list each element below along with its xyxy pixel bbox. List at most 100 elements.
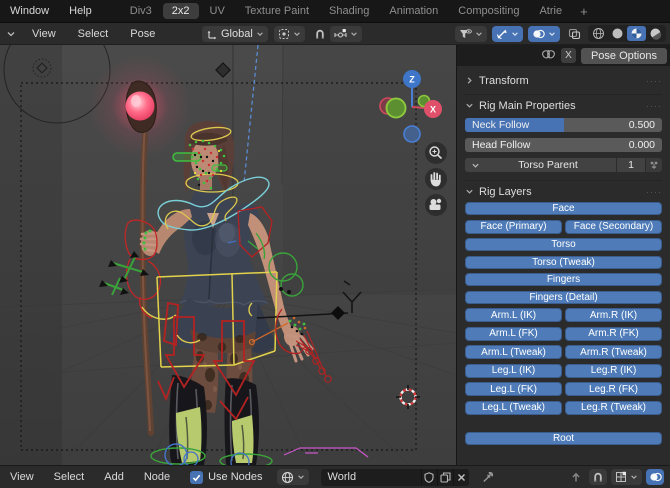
chevron-down-icon	[549, 31, 555, 36]
magnet-icon	[315, 29, 324, 39]
workspace-tabs: Div3 2x2 UV Texture Paint Shading Animat…	[120, 3, 596, 19]
parent-node-tree-button[interactable]	[567, 469, 585, 485]
rig-layers-panel: Rig Layers ···· Face Face (Primary) Face…	[465, 180, 662, 451]
use-nodes-checkbox[interactable]	[190, 470, 204, 484]
duplicate-datablock-button[interactable]	[436, 468, 453, 486]
node-overlays-toggle[interactable]	[646, 469, 664, 485]
xray-toggle[interactable]	[565, 26, 583, 42]
shading-material-button[interactable]	[627, 26, 646, 41]
workspace-tab-div3[interactable]: Div3	[121, 3, 161, 19]
filter-eye-icon	[460, 28, 472, 38]
rig-layer-leg-r-ik[interactable]: Leg.R (IK)	[565, 363, 662, 378]
rig-layer-face-secondary[interactable]: Face (Secondary)	[565, 219, 662, 234]
pivot-point-dropdown[interactable]	[273, 25, 305, 42]
menu-node-bottom[interactable]: Node	[134, 471, 180, 483]
workspace-tab-texture-paint[interactable]: Texture Paint	[236, 3, 318, 19]
node-snap-target-dropdown[interactable]	[611, 469, 642, 485]
neck-follow-slider[interactable]: Neck Follow 0.500	[465, 118, 662, 132]
rig-main-properties-panel: Rig Main Properties ···· Neck Follow 0.5…	[465, 94, 662, 180]
transform-panel-header[interactable]: Transform ····	[465, 73, 662, 88]
workspace-tab-animation[interactable]: Animation	[380, 3, 447, 19]
transform-panel-title: Transform	[479, 74, 529, 87]
menu-pose[interactable]: Pose	[120, 28, 165, 40]
sidebar: Transform ···· Rig Main Properties ···· …	[456, 66, 670, 465]
wireframe-sphere-icon	[593, 28, 604, 39]
rig-layer-face-primary[interactable]: Face (Primary)	[465, 219, 562, 234]
pin-button[interactable]	[479, 469, 497, 485]
head-follow-slider[interactable]: Head Follow 0.000	[465, 138, 662, 152]
rig-layer-root[interactable]: Root	[465, 432, 662, 445]
editor-type-chevron[interactable]	[2, 26, 20, 42]
rig-layer-arm-r-ik[interactable]: Arm.R (IK)	[565, 308, 662, 322]
zoom-button[interactable]	[425, 142, 447, 164]
pose-options-button[interactable]: Pose Options	[580, 47, 667, 64]
torso-parent-dropdown[interactable]: Torso Parent	[465, 158, 616, 172]
workspace-tab-shading[interactable]: Shading	[320, 3, 378, 19]
proportional-editing-dropdown[interactable]	[329, 25, 362, 42]
viewport-3d[interactable]: Z X	[0, 45, 456, 465]
workspace-tab-uv[interactable]: UV	[201, 3, 234, 19]
menu-select[interactable]: Select	[68, 28, 119, 40]
rig-layer-arm-l-ik[interactable]: Arm.L (IK)	[465, 308, 562, 322]
rig-layer-arm-l-tweak[interactable]: Arm.L (Tweak)	[465, 345, 562, 359]
world-name-input[interactable]: World	[320, 468, 421, 486]
rig-layer-torso[interactable]: Torso	[465, 238, 662, 251]
chevron-right-icon	[467, 77, 472, 84]
world-globe-icon	[281, 471, 293, 483]
rig-main-panel-title: Rig Main Properties	[479, 99, 576, 112]
node-snap-toggle[interactable]	[589, 469, 607, 485]
rig-layer-fingers-detail[interactable]: Fingers (Detail)	[465, 290, 662, 304]
show-gizmos-dropdown[interactable]	[492, 25, 523, 42]
chevron-down-icon	[631, 475, 637, 479]
pan-hand-button[interactable]	[425, 168, 447, 190]
menu-add-bottom[interactable]: Add	[94, 471, 134, 483]
rig-layers-panel-header[interactable]: Rig Layers ····	[465, 184, 662, 199]
camera-view-button[interactable]	[425, 194, 447, 216]
workspace-tab-2x2[interactable]: 2x2	[162, 3, 199, 19]
panel-grip[interactable]: ····	[646, 187, 662, 197]
rig-layer-arm-r-tweak[interactable]: Arm.R (Tweak)	[565, 345, 662, 359]
object-visibility-dropdown[interactable]	[455, 25, 487, 42]
rig-main-panel-header[interactable]: Rig Main Properties ····	[465, 98, 662, 113]
orientation-value: Global	[221, 27, 253, 40]
rig-layer-torso-tweak[interactable]: Torso (Tweak)	[465, 255, 662, 269]
transform-orientation-dropdown[interactable]: Global	[202, 25, 268, 42]
tool-settings-strip: X Pose Options	[456, 45, 670, 66]
pin-icon	[482, 472, 493, 482]
rig-layer-leg-l-fk[interactable]: Leg.L (FK)	[465, 382, 562, 396]
torso-parent-bone-button[interactable]	[646, 158, 662, 172]
mirror-x-toggle[interactable]: X	[560, 48, 576, 63]
snap-toggle[interactable]	[311, 26, 329, 42]
workspace-tab-atrie[interactable]: Atrie	[530, 3, 571, 19]
rig-layer-leg-r-tweak[interactable]: Leg.R (Tweak)	[565, 400, 662, 415]
shading-rendered-button[interactable]	[646, 26, 665, 41]
panel-grip[interactable]: ····	[646, 76, 662, 86]
unlink-datablock-button[interactable]	[452, 468, 469, 486]
shading-solid-button[interactable]	[608, 26, 627, 41]
xray-icon	[568, 28, 580, 39]
rig-layer-fingers[interactable]: Fingers	[465, 273, 662, 286]
workspace-tab-compositing[interactable]: Compositing	[449, 3, 528, 19]
add-workspace-button[interactable]: +	[572, 4, 596, 19]
menu-window[interactable]: Window	[0, 5, 59, 17]
rig-layer-leg-l-tweak[interactable]: Leg.L (Tweak)	[465, 400, 562, 415]
world-browse-dropdown[interactable]	[276, 469, 309, 485]
fake-user-shield-button[interactable]	[420, 468, 437, 486]
menu-help[interactable]: Help	[59, 5, 102, 17]
check-icon	[192, 474, 201, 481]
chevron-down-icon	[466, 103, 473, 108]
menu-select-bottom[interactable]: Select	[44, 471, 95, 483]
torso-parent-value[interactable]: 1	[617, 158, 645, 172]
rig-layer-leg-r-fk[interactable]: Leg.R (FK)	[565, 382, 662, 396]
rig-layer-arm-l-fk[interactable]: Arm.L (FK)	[465, 326, 562, 341]
mirror-butterfly-icon	[542, 50, 555, 59]
rig-layer-leg-l-ik[interactable]: Leg.L (IK)	[465, 363, 562, 378]
show-overlays-dropdown[interactable]	[528, 25, 560, 42]
menu-view[interactable]: View	[22, 28, 66, 40]
viewport-header: View Select Pose Global	[0, 23, 670, 45]
menu-view-bottom[interactable]: View	[0, 471, 44, 483]
panel-grip[interactable]: ····	[646, 101, 662, 111]
rig-layer-arm-r-fk[interactable]: Arm.R (FK)	[565, 326, 662, 341]
shading-wireframe-button[interactable]	[589, 26, 608, 41]
rig-layer-face[interactable]: Face	[465, 202, 662, 215]
